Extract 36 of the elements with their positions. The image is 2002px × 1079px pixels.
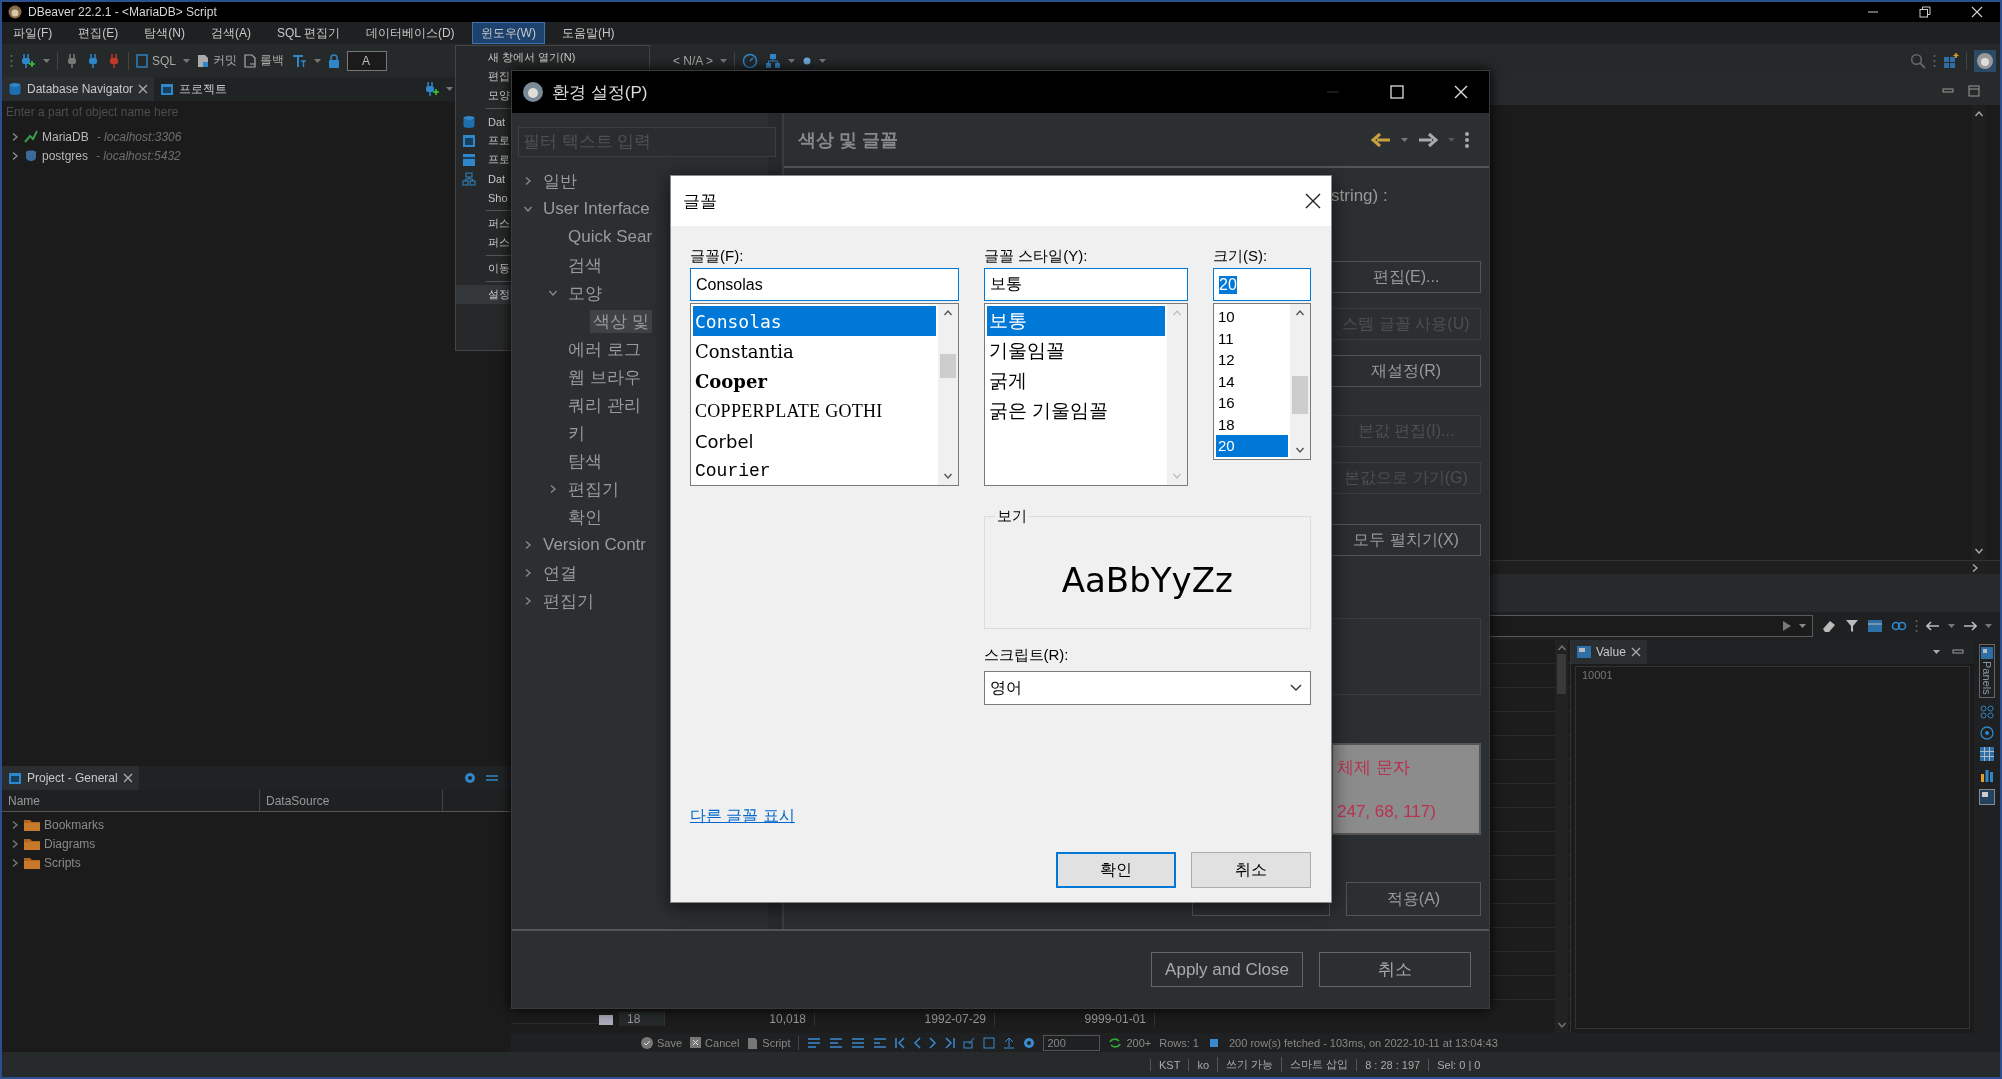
connection-host: - localhost:3306 xyxy=(96,129,182,144)
table-cell: 1992-07-29 xyxy=(815,1012,995,1026)
table-cell: 10,018 xyxy=(665,1012,815,1026)
dialog-title: 환경 설정(P) xyxy=(552,81,648,104)
status-item: 쓰기 가능 xyxy=(1217,1057,1282,1072)
dialog-title: 글꼴 xyxy=(683,190,717,213)
tab-label: 프로젝트 xyxy=(179,80,228,98)
row-count: Rows: 1 xyxy=(1159,1036,1199,1049)
field-label: 스크립트(R): xyxy=(983,645,1070,665)
description-text: string) : xyxy=(1331,186,1389,206)
connection-host: - localhost:5432 xyxy=(96,148,181,163)
field-label: 크기(S): xyxy=(1213,246,1269,266)
tab-label: Database Navigator xyxy=(27,82,134,96)
preview-text: 체제 문자 xyxy=(1337,757,1411,780)
table-cell: 9999-01-01 xyxy=(995,1012,1155,1026)
tab-label: Value xyxy=(1596,645,1626,659)
preview-text: 247, 68, 117) xyxy=(1337,801,1437,822)
column-header: DataSource xyxy=(260,790,443,811)
sample-text: AaBbYyZz xyxy=(1061,559,1233,600)
column-header: Name xyxy=(2,790,260,811)
status-item: Sel: 0 | 0 xyxy=(1428,1058,1489,1071)
table-cell: 18 xyxy=(619,1012,665,1026)
window-title: DBeaver 22.2.1 - <MariaDB> Script xyxy=(28,5,217,19)
status-message: 200 row(s) fetched - 103ms, on 2022-10-11 at 13:04:43 xyxy=(1229,1036,1498,1049)
group-label: 보기 xyxy=(994,507,1029,526)
status-item: KST xyxy=(1150,1058,1189,1071)
status-item: ko xyxy=(1188,1058,1218,1071)
connection-name: MariaDB xyxy=(42,129,89,144)
status-item: 스마트 삽입 xyxy=(1281,1057,1357,1072)
field-label: 글꼴(F): xyxy=(690,246,745,266)
tab-label: Project - General xyxy=(27,771,118,785)
value-text: 10001 xyxy=(1582,669,1613,681)
page-title: 색상 및 글꼴 xyxy=(798,128,898,152)
field-label: 글꼴 스타일(Y): xyxy=(984,246,1089,266)
status-item: 8 : 28 : 197 xyxy=(1356,1058,1429,1071)
connection-name: postgres xyxy=(42,148,89,163)
